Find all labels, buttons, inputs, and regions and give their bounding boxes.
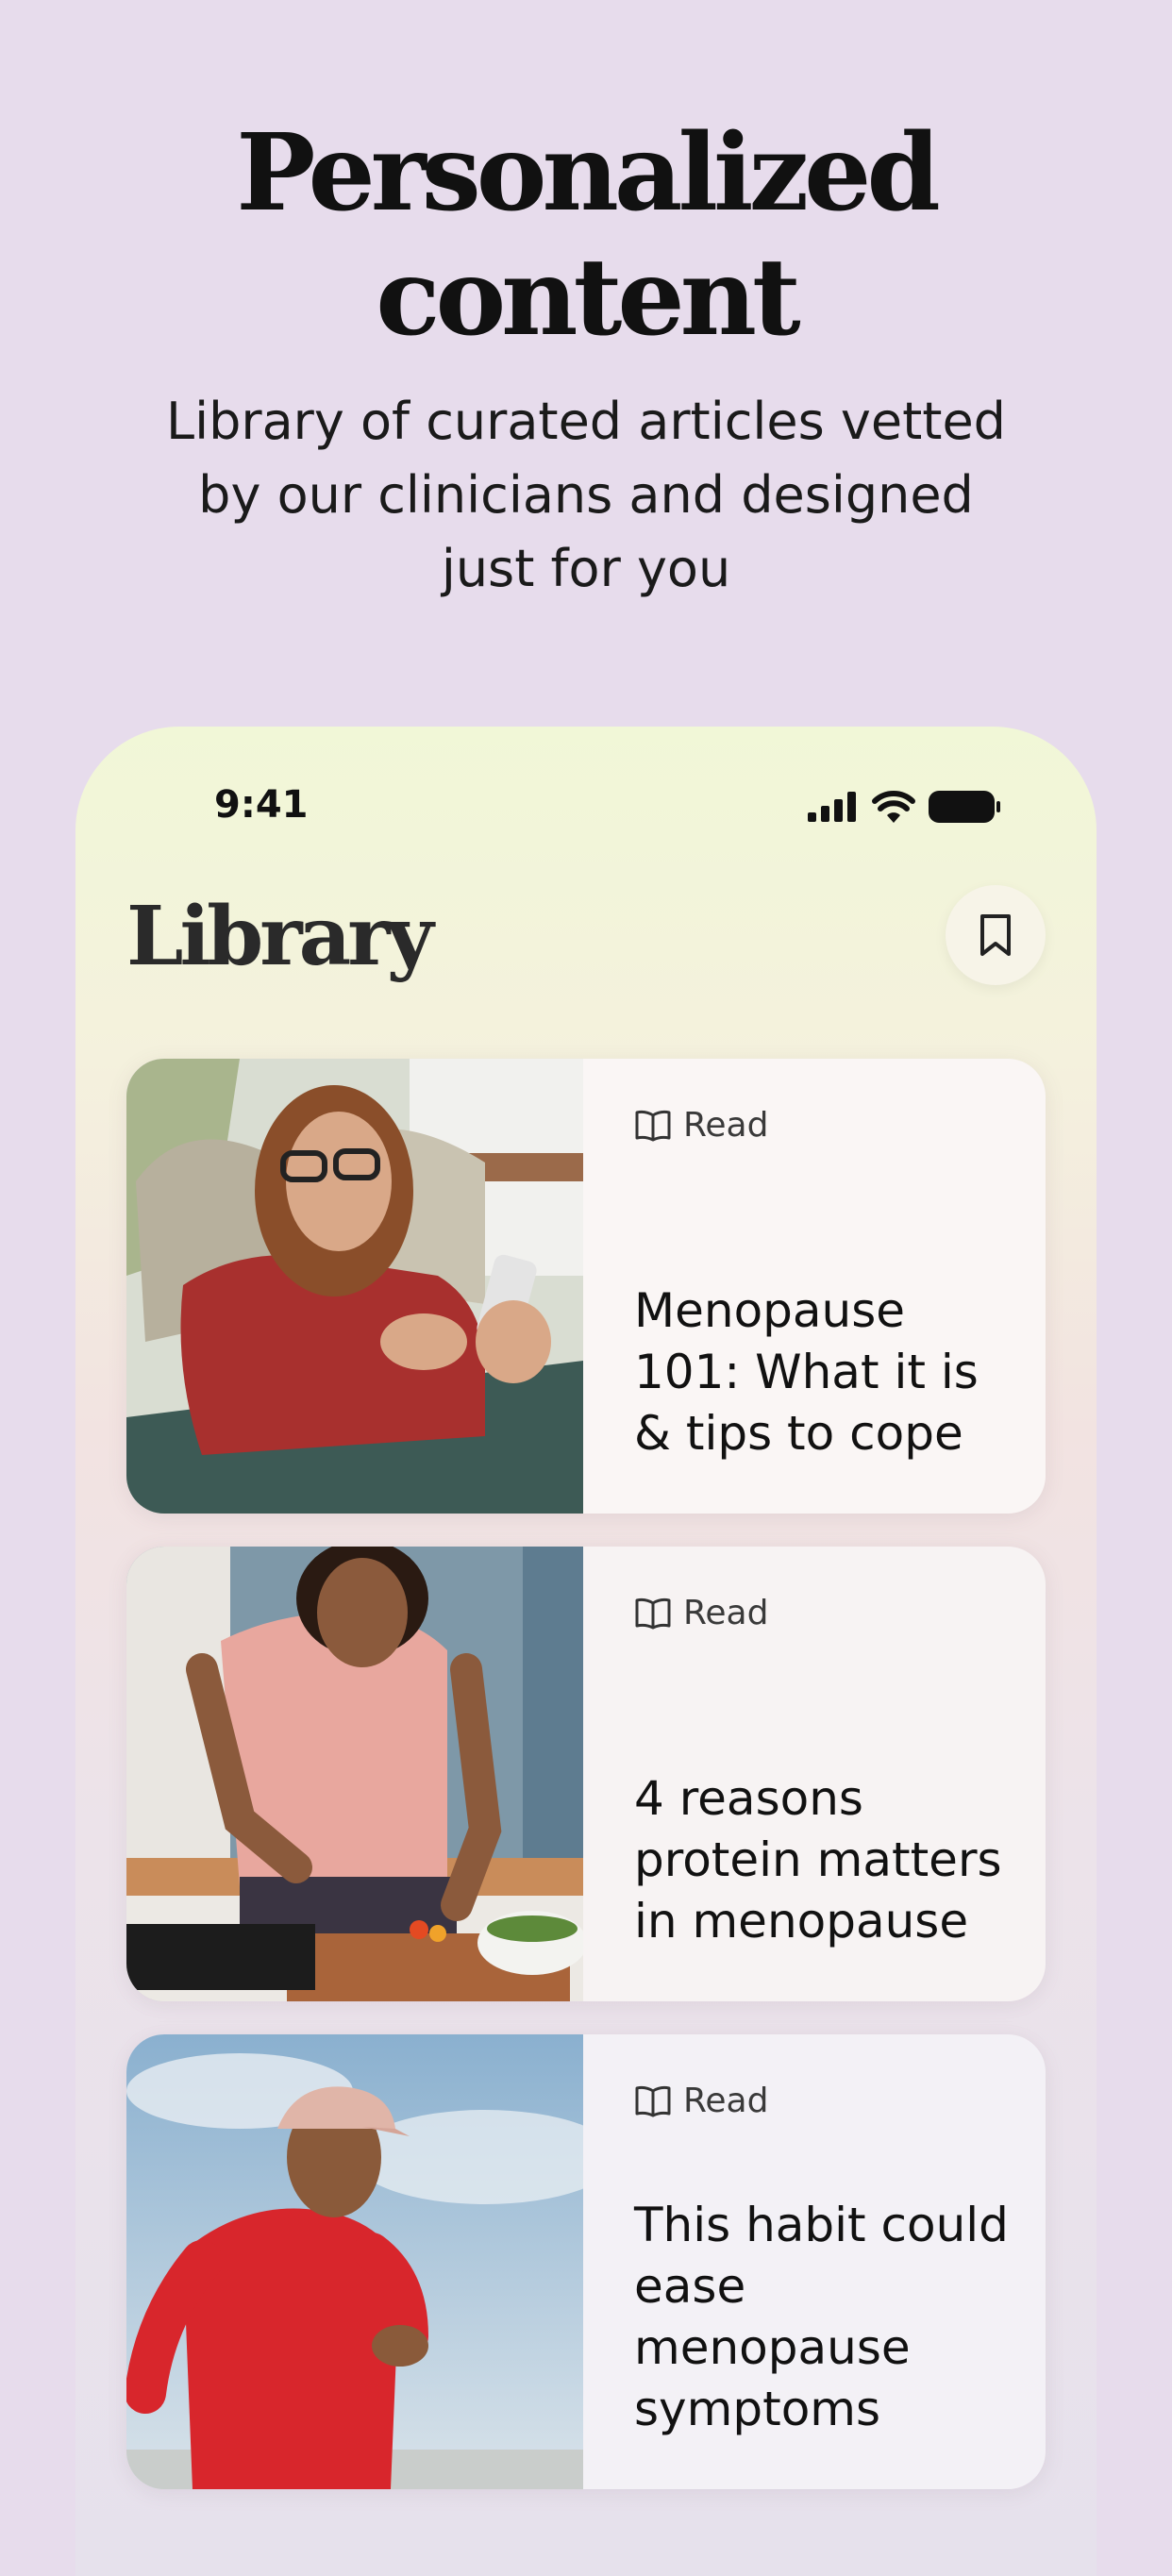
bookmarks-button[interactable] <box>946 885 1046 985</box>
library-title: Library <box>126 889 434 984</box>
article-title: This habit could ease menopause symptoms <box>634 2198 1009 2436</box>
article-title: Menopause 101: What it is & tips to cope <box>634 1283 979 1461</box>
wifi-icon <box>872 791 915 823</box>
article-text: Read 4 reasons protein matters in menopa… <box>583 1547 1046 2001</box>
hero-title-line-2: content <box>376 236 800 360</box>
article-photo-woman-cooking <box>126 1547 583 2001</box>
status-icons <box>808 791 1000 823</box>
read-tag: Read <box>634 1594 768 1632</box>
book-open-icon <box>635 2085 671 2116</box>
article-text: Read This habit could ease menopause sym… <box>583 2034 1046 2489</box>
book-open-icon <box>635 1110 671 1141</box>
hero-subtitle: Library of curated articles vetted by ou… <box>166 392 1006 598</box>
article-photo-woman-running <box>126 2034 583 2489</box>
article-card[interactable]: Read Menopause 101: What it is & tips to… <box>126 1059 1046 1514</box>
article-card[interactable]: Read This habit could ease menopause sym… <box>126 2034 1046 2489</box>
phone-screen: 9:41 Library Read Menopause 101: What it… <box>75 727 1097 2576</box>
article-text: Read Menopause 101: What it is & tips to… <box>583 1059 1046 1514</box>
article-title: 4 reasons protein matters in menopause <box>634 1771 1002 1949</box>
hero-title: Personalized content <box>0 111 1172 360</box>
bookmark-icon <box>980 914 1011 956</box>
read-tag: Read <box>634 1106 768 1145</box>
battery-icon <box>929 791 1000 823</box>
signal-icon <box>808 792 856 822</box>
book-open-icon <box>635 1597 671 1629</box>
hero-title-line-1: Personalized <box>236 111 940 235</box>
article-photo-woman-reading-phone <box>126 1059 583 1514</box>
read-tag: Read <box>634 2082 768 2120</box>
article-card[interactable]: Read 4 reasons protein matters in menopa… <box>126 1547 1046 2001</box>
